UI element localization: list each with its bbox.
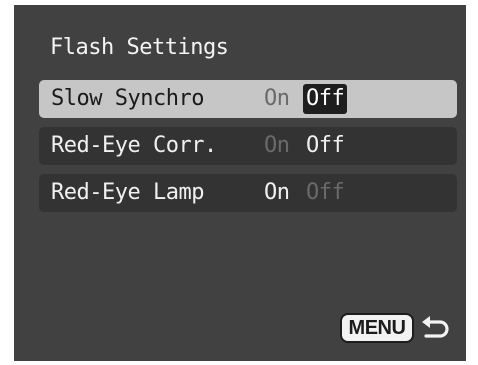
setting-row-red-eye-corr[interactable]: Red-Eye Corr. On Off (39, 127, 457, 165)
return-arrow-icon (422, 316, 449, 338)
option-off[interactable]: Off (303, 131, 347, 161)
option-off[interactable]: Off (303, 84, 348, 114)
camera-lcd-screen: Flash Settings Slow Synchro On Off Red-E… (14, 5, 466, 361)
option-on[interactable]: On (261, 84, 293, 114)
option-off[interactable]: Off (303, 178, 347, 208)
setting-row-red-eye-lamp[interactable]: Red-Eye Lamp On Off (39, 174, 457, 212)
setting-label: Red-Eye Lamp (51, 180, 204, 205)
option-on[interactable]: On (261, 131, 293, 161)
menu-button[interactable]: MENU (340, 313, 414, 343)
setting-row-slow-synchro[interactable]: Slow Synchro On Off (39, 80, 457, 118)
page-title: Flash Settings (50, 35, 229, 60)
option-on[interactable]: On (261, 178, 293, 208)
setting-label: Red-Eye Corr. (51, 133, 217, 158)
setting-label: Slow Synchro (51, 86, 204, 111)
